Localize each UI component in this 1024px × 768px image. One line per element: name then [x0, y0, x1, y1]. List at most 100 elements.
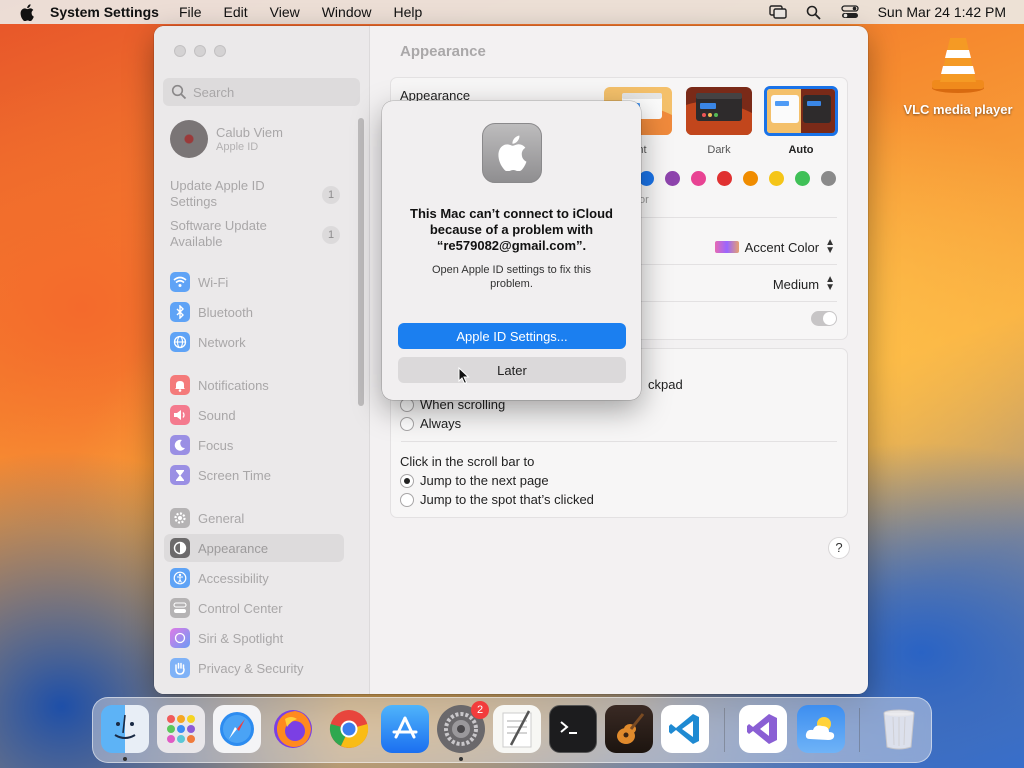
terminal-icon[interactable]: [549, 705, 597, 753]
sidebar-notice-update-apple-id[interactable]: Update Apple ID Settings 1: [170, 178, 340, 210]
sidebar-item-sound[interactable]: Sound: [164, 401, 344, 429]
radio-jump-spot-clicked[interactable]: Jump to the spot that’s clicked: [400, 492, 594, 507]
notice-label: Update Apple ID Settings: [170, 178, 265, 209]
sidebar-item-appearance[interactable]: Appearance: [164, 534, 344, 562]
radio-button[interactable]: [400, 473, 414, 488]
close-button[interactable]: [174, 45, 186, 57]
desktop-vlc[interactable]: VLC media player: [900, 34, 1016, 117]
globe-icon: [170, 332, 190, 352]
sidebar-item-label: Siri & Spotlight: [198, 630, 284, 646]
dark-mode-caption: Dark: [707, 144, 731, 156]
highlight-color-popup[interactable]: Accent Color ▲ ▼: [714, 238, 835, 256]
sidebar-item-siri-spotlight[interactable]: Siri & Spotlight: [164, 624, 344, 652]
later-button[interactable]: Later: [398, 357, 626, 383]
appearance-icon: [170, 538, 190, 558]
garageband-icon[interactable]: [605, 705, 653, 753]
trash-icon[interactable]: [875, 705, 923, 753]
sidebar-item-bluetooth[interactable]: Bluetooth: [164, 298, 344, 326]
textedit-icon[interactable]: [493, 705, 541, 753]
avatar: [170, 120, 208, 158]
menu-bar: System Settings File Edit View Window He…: [0, 0, 1024, 24]
accent-green-dot[interactable]: [795, 171, 810, 186]
sidebar-item-accessibility[interactable]: Accessibility: [164, 564, 344, 592]
sidebar-item-label: Network: [198, 334, 246, 350]
desktop-vlc-label: VLC media player: [903, 102, 1013, 117]
accent-graphite-dot[interactable]: [821, 171, 836, 186]
radio-jump-next-page[interactable]: Jump to the next page: [400, 473, 549, 488]
accent-blue-dot[interactable]: [639, 171, 654, 186]
sidebar-scrollbar[interactable]: [358, 118, 364, 406]
sidebar-item-label: Screen Time: [198, 467, 271, 483]
spotlight-search-icon[interactable]: [804, 4, 824, 20]
sidebar-item-control-center[interactable]: Control Center: [164, 594, 344, 622]
weather-icon[interactable]: [797, 705, 845, 753]
search-input[interactable]: [193, 84, 353, 100]
mouse-pointer-icon: [458, 366, 470, 385]
popup-chevron-icon: ▲ ▼: [825, 274, 835, 293]
alert-headline: This Mac can’t connect to iCloud because…: [410, 206, 613, 253]
sidebar-item-label: Accessibility: [198, 570, 269, 586]
accent-orange-dot[interactable]: [743, 171, 758, 186]
sidebar-item-screen-time[interactable]: Screen Time: [164, 461, 344, 489]
running-indicator: [459, 757, 463, 761]
menu-edit[interactable]: Edit: [224, 4, 248, 20]
sidebar-item-label: Appearance: [198, 540, 269, 556]
menu-help[interactable]: Help: [394, 4, 423, 20]
accent-yellow-dot[interactable]: [769, 171, 784, 186]
dock-separator: [859, 708, 860, 752]
sidebar-notice-software-update[interactable]: Software Update Available 1: [170, 218, 340, 250]
sidebar-item-focus[interactable]: Focus: [164, 431, 344, 459]
radio-button[interactable]: [400, 416, 414, 431]
sidebar-icon-size-popup[interactable]: Medium ▲ ▼: [773, 274, 835, 293]
divider: [401, 441, 837, 442]
wifi-icon: [170, 272, 190, 292]
accent-pink-dot[interactable]: [691, 171, 706, 186]
system-settings-icon[interactable]: 2: [437, 701, 489, 753]
menu-file[interactable]: File: [179, 4, 202, 20]
minimize-button[interactable]: [194, 45, 206, 57]
accent-red-dot[interactable]: [717, 171, 732, 186]
finder-icon[interactable]: [101, 705, 149, 753]
safari-icon[interactable]: [213, 705, 261, 753]
visual-studio-icon[interactable]: [739, 705, 787, 753]
menu-clock[interactable]: Sun Mar 24 1:42 PM: [878, 4, 1006, 20]
menu-app-name[interactable]: System Settings: [50, 4, 159, 20]
sidebar-item-label: Privacy & Security: [198, 660, 304, 676]
alert-message: Open Apple ID settings to fix this probl…: [432, 264, 591, 290]
radio-button[interactable]: [400, 492, 414, 507]
radio-label: Jump to the spot that’s clicked: [420, 492, 594, 507]
account-name: Calub Viem: [216, 125, 283, 140]
wallpaper-tinting-toggle[interactable]: [811, 311, 837, 326]
menu-window[interactable]: Window: [322, 4, 372, 20]
sidebar-item-network[interactable]: Network: [164, 328, 344, 356]
firefox-icon[interactable]: [269, 705, 317, 753]
dock: 2: [92, 697, 932, 763]
running-indicator: [123, 757, 127, 761]
window-controls: [174, 45, 234, 57]
accent-purple-dot[interactable]: [665, 171, 680, 186]
apple-id-account[interactable]: Calub Viem Apple ID: [170, 120, 283, 158]
zoom-button[interactable]: [214, 45, 226, 57]
control-center-icon[interactable]: [840, 4, 860, 20]
app-store-icon[interactable]: [381, 705, 429, 753]
sidebar-item-general[interactable]: General: [164, 504, 344, 532]
chrome-icon[interactable]: [325, 705, 373, 753]
auto-mode-thumbnail[interactable]: [764, 86, 838, 136]
screen-mirroring-icon[interactable]: [768, 4, 788, 20]
vscode-icon[interactable]: [661, 705, 709, 753]
sidebar-item-privacy-security[interactable]: Privacy & Security: [164, 654, 344, 682]
dark-mode-thumbnail[interactable]: [686, 87, 752, 135]
apple-menu-icon[interactable]: [18, 3, 36, 21]
menu-view[interactable]: View: [270, 4, 300, 20]
control-center-toggle-icon: [170, 598, 190, 618]
launchpad-icon[interactable]: [157, 705, 205, 753]
sidebar-item-wifi[interactable]: Wi-Fi: [164, 268, 344, 296]
apple-id-settings-button[interactable]: Apple ID Settings...: [398, 323, 626, 349]
apple-logo-icon: [482, 123, 542, 183]
help-button[interactable]: ?: [828, 537, 850, 559]
radio-always[interactable]: Always: [400, 416, 461, 431]
sidebar-item-notifications[interactable]: Notifications: [164, 371, 344, 399]
speaker-icon: [170, 405, 190, 425]
sidebar-search[interactable]: [163, 78, 360, 106]
bell-icon: [170, 375, 190, 395]
